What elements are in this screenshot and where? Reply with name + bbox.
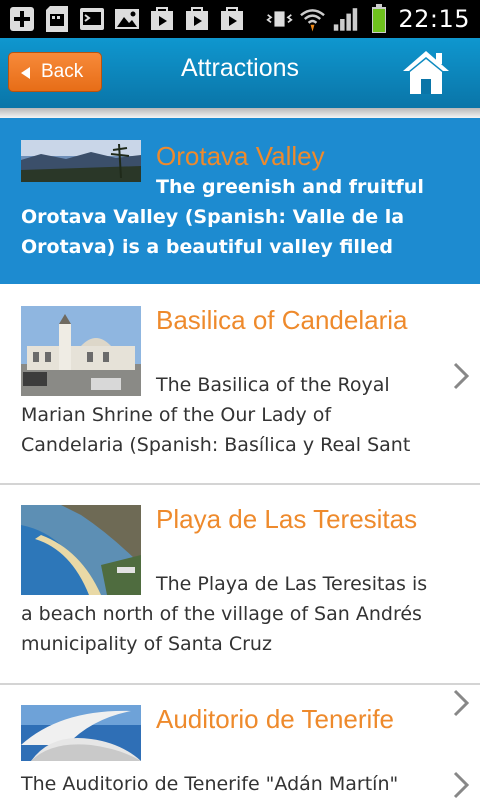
attraction-description: The Auditorio de Tenerife "Adán Martín"	[21, 773, 399, 795]
wifi-icon	[299, 6, 326, 33]
chevron-right-icon[interactable]	[452, 771, 470, 799]
list-item[interactable]: Orotava Valley The greenish and fruitful…	[0, 118, 480, 284]
attraction-thumbnail	[21, 705, 141, 761]
terminal-icon	[78, 6, 105, 33]
battery-icon	[365, 4, 392, 33]
home-icon	[403, 51, 449, 94]
list-item[interactable]: Playa de Las Teresitas The Playa de Las …	[0, 485, 480, 717]
vibrate-icon	[266, 6, 294, 33]
attraction-description: The Playa de Las Teresitas is a beach no…	[21, 573, 428, 655]
attraction-description: The Basilica of the Royal Marian Shrine …	[21, 374, 411, 456]
attraction-title: Playa de Las Teresitas	[156, 504, 418, 534]
picture-icon	[113, 6, 140, 33]
attraction-title: Auditorio de Tenerife	[156, 704, 395, 734]
header-shadow	[0, 108, 480, 118]
play-store-icon	[218, 6, 245, 33]
add-icon	[8, 6, 35, 33]
home-button[interactable]	[400, 48, 452, 98]
signal-icon	[332, 6, 359, 33]
play-store-icon	[183, 6, 210, 33]
list-item[interactable]: Basilica of Candelaria The Basilica of t…	[0, 284, 480, 484]
attraction-description: The greenish and fruitful Orotava Valley…	[21, 176, 424, 258]
status-clock: 22:15	[398, 5, 470, 33]
status-bar: 22:15	[0, 0, 480, 38]
app-header: Back Attractions	[0, 38, 480, 108]
chevron-right-icon[interactable]	[452, 362, 470, 390]
attraction-title: Orotava Valley	[156, 141, 325, 171]
list-item[interactable]: Auditorio de Tenerife The Auditorio de T…	[0, 685, 480, 800]
attraction-title: Basilica of Candelaria	[156, 305, 408, 335]
play-store-icon	[148, 6, 175, 33]
sd-card-icon	[43, 6, 70, 33]
